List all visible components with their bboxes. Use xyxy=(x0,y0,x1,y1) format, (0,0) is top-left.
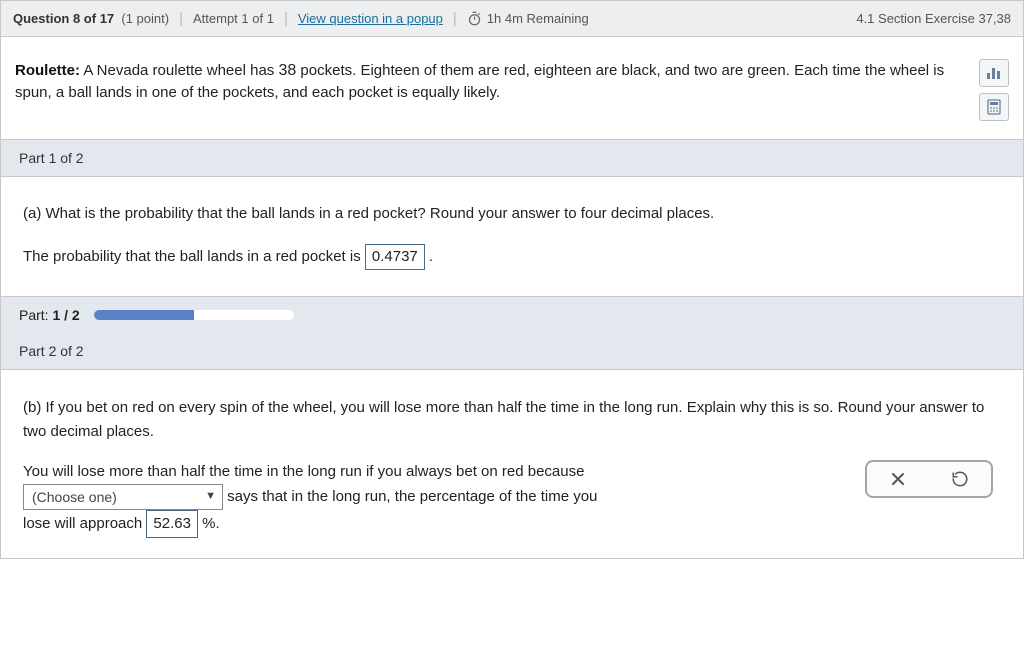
part-2-question: (b) If you bet on red on every spin of t… xyxy=(23,396,1001,444)
part-2-percent-input[interactable]: 52.63 xyxy=(146,510,198,538)
part-1-body: (a) What is the probability that the bal… xyxy=(1,177,1023,296)
question-points: (1 point) xyxy=(121,11,169,26)
separator: | xyxy=(284,10,288,27)
part-2-line3a: lose will approach xyxy=(23,515,146,532)
part-progress-bar: Part: 1 / 2 xyxy=(1,296,1023,333)
time-remaining: 1h 4m Remaining xyxy=(487,11,589,26)
question-position: Question 8 of 17 xyxy=(13,11,114,26)
choose-one-dropdown[interactable]: (Choose one) ▼ xyxy=(23,484,223,510)
progress-track xyxy=(94,310,294,320)
part-1-answer-sentence: The probability that the ball lands in a… xyxy=(23,244,1001,271)
part-2-line2: says that in the long run, the percentag… xyxy=(227,488,597,505)
separator: | xyxy=(453,10,457,27)
chevron-down-icon: ▼ xyxy=(205,488,216,506)
section-reference: 4.1 Section Exercise 37,38 xyxy=(856,11,1011,26)
answer-action-box xyxy=(865,460,993,498)
question-card: Roulette: A Nevada roulette wheel has 38… xyxy=(0,37,1024,559)
part-1-question: (a) What is the probability that the bal… xyxy=(23,203,1001,226)
view-in-popup-link[interactable]: View question in a popup xyxy=(298,11,443,26)
attempt-counter: Attempt 1 of 1 xyxy=(193,11,274,26)
bar-chart-icon[interactable] xyxy=(979,59,1009,87)
part-2-header: Part 2 of 2 xyxy=(1,333,1023,370)
part-2-line1: You will lose more than half the time in… xyxy=(23,463,584,480)
timer-icon xyxy=(467,11,482,26)
clear-icon[interactable] xyxy=(887,468,909,490)
progress-label: Part: 1 / 2 xyxy=(19,307,80,323)
part-1-header: Part 1 of 2 xyxy=(1,139,1023,177)
part-2-line3b: %. xyxy=(198,515,220,532)
separator: | xyxy=(179,10,183,27)
question-prompt: Roulette: A Nevada roulette wheel has 38… xyxy=(15,59,967,104)
reset-icon[interactable] xyxy=(949,468,971,490)
part-2-body: (b) If you bet on red on every spin of t… xyxy=(1,370,1023,558)
progress-fill xyxy=(94,310,194,320)
question-top-bar: Question 8 of 17 (1 point) | Attempt 1 o… xyxy=(0,0,1024,37)
calculator-icon[interactable] xyxy=(979,93,1009,121)
part-1-answer-input[interactable]: 0.4737 xyxy=(365,244,425,271)
